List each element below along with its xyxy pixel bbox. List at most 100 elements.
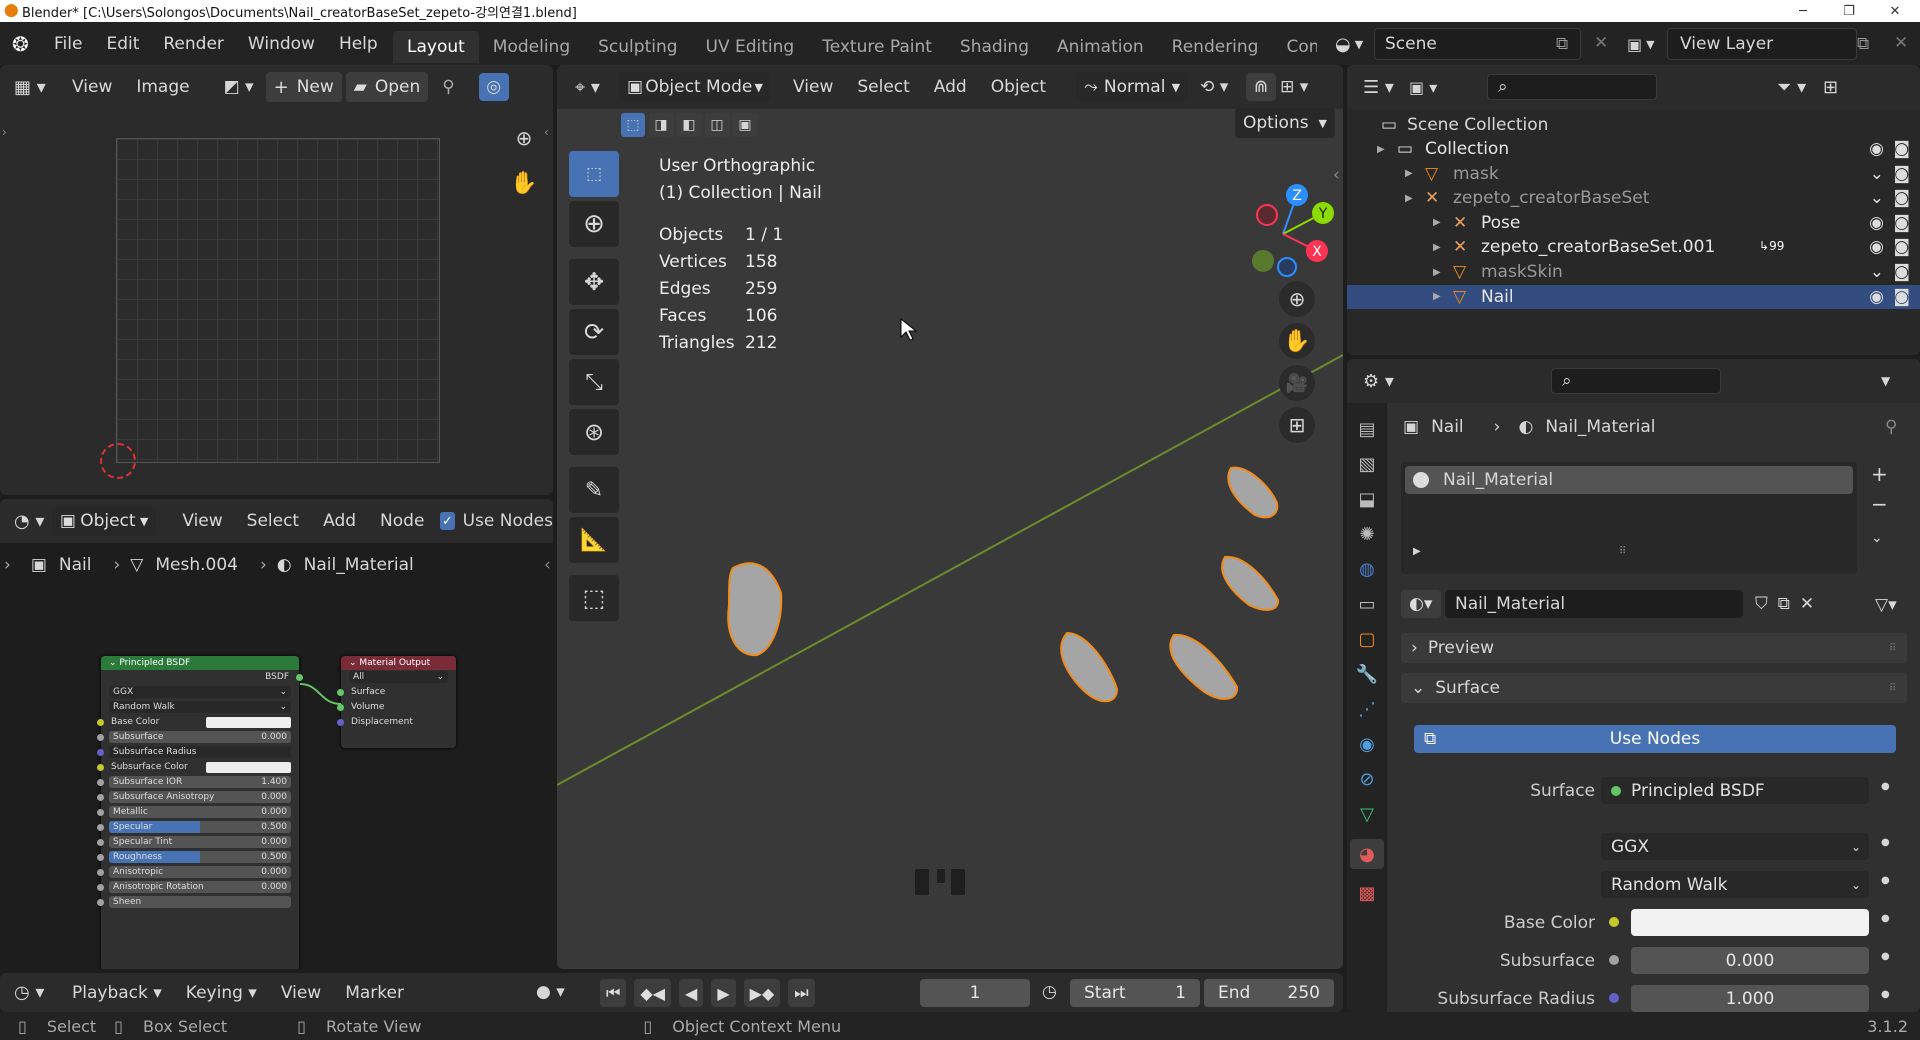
keyframe-dot-icon[interactable]: ●	[1881, 781, 1890, 792]
tab-data-icon[interactable]: ▽	[1360, 804, 1374, 825]
visibility-eye-icon[interactable]: ◉	[1869, 139, 1884, 159]
editor-type-icon[interactable]: ⚙ ▾	[1363, 371, 1403, 392]
scene-selector[interactable]: Scene	[1374, 28, 1581, 60]
tab-sculpting[interactable]: Sculpting	[584, 31, 691, 63]
chevron-down-icon[interactable]: ▼	[1881, 374, 1890, 388]
properties-search-input[interactable]: ⌕	[1551, 368, 1721, 394]
hand-pan-icon[interactable]: ✋	[1279, 323, 1315, 359]
expand-sidebar-icon[interactable]: ›	[2, 125, 7, 139]
keyframe-dot-icon[interactable]: ●	[1881, 913, 1890, 924]
menu-window[interactable]: Window	[236, 34, 327, 54]
material-type-icon[interactable]: ▽▾	[1875, 595, 1897, 615]
tab-modifier-icon[interactable]: 🔧	[1356, 664, 1378, 685]
tab-constraints-icon[interactable]: ⊘	[1359, 769, 1374, 790]
subsurface-method-dropdown[interactable]: Random Walk ⌄	[1601, 871, 1869, 898]
render-camera-icon[interactable]: ◙	[1894, 213, 1911, 233]
tab-modeling[interactable]: Modeling	[479, 31, 584, 63]
blender-menu-icon[interactable]: ❂	[12, 32, 42, 56]
expand-arrow-icon[interactable]: ▶	[1433, 242, 1441, 253]
drag-handle-icon[interactable]: ⠿	[1889, 683, 1896, 694]
chevron-down-icon[interactable]: ⌄	[1871, 530, 1888, 546]
view-layer-type-button[interactable]: ▣ ▼	[1627, 28, 1655, 60]
render-camera-icon[interactable]: ◙	[1894, 262, 1911, 282]
expand-arrow-icon[interactable]: ▶	[1433, 291, 1441, 302]
visibility-eye-icon[interactable]: ◉	[1869, 213, 1884, 233]
end-frame-field[interactable]: End 250	[1204, 979, 1334, 1007]
prev-keyframe-icon[interactable]: ◆◀	[634, 979, 672, 1007]
menu-view[interactable]: View	[269, 983, 333, 1003]
render-camera-icon[interactable]: ◙	[1894, 287, 1911, 307]
duplicate-scene-icon[interactable]: ⧉	[1556, 34, 1568, 54]
visibility-eye-icon[interactable]: ◉	[1869, 287, 1884, 307]
tab-object-icon[interactable]: ▢	[1358, 629, 1375, 650]
socket-icon[interactable]	[1609, 917, 1619, 927]
expand-arrow-icon[interactable]: ▶	[1433, 217, 1441, 228]
tab-output-icon[interactable]: ▧	[1358, 454, 1375, 475]
keyframe-dot-icon[interactable]: ●	[1881, 989, 1890, 1000]
socket-icon[interactable]	[1609, 993, 1619, 1003]
zoom-icon[interactable]: ⊕	[506, 120, 542, 156]
outliner-row[interactable]: ▶ ▭ Collection ◉ ◙	[1347, 137, 1920, 161]
editor-type-icon[interactable]: ▦ ▾	[14, 77, 60, 98]
outliner-row[interactable]: ▶ ▽ Nail ◉ ◙	[1347, 284, 1920, 309]
render-camera-icon[interactable]: ◙	[1894, 164, 1911, 184]
display-mode-icon[interactable]: ▣ ▾	[1409, 78, 1449, 97]
outliner-row[interactable]: ▶ ▽ maskSkin ⌄ ◙	[1347, 260, 1920, 284]
render-camera-icon[interactable]: ◙	[1894, 188, 1911, 208]
preview-panel-header[interactable]: › Preview ⠿	[1401, 633, 1907, 663]
menu-file[interactable]: File	[42, 34, 94, 54]
expand-arrow-icon[interactable]: ▶	[1433, 267, 1441, 278]
duplicate-material-icon[interactable]: ⧉	[1778, 594, 1790, 614]
menu-help[interactable]: Help	[327, 34, 390, 54]
delete-view-layer-icon[interactable]: ✕	[1894, 33, 1908, 53]
keyframe-dot-icon[interactable]: ●	[1881, 837, 1890, 848]
jump-start-icon[interactable]: ⏮	[600, 979, 627, 1007]
outliner-row[interactable]: ▶ ✕ zepeto_creatorBaseSet.001 ↳99 ◉ ◙	[1347, 235, 1920, 259]
base-color-swatch[interactable]	[1631, 909, 1869, 936]
surface-panel-header[interactable]: ⌄ Surface ⠿	[1401, 673, 1907, 703]
outliner-row[interactable]: ▶ ✕ zepeto_creatorBaseSet ⌄ ◙	[1347, 186, 1920, 210]
tab-material-icon[interactable]: ◕	[1350, 839, 1384, 869]
zoom-icon[interactable]: ⊕	[1279, 281, 1315, 317]
visibility-eye-icon[interactable]: ⌄	[1870, 188, 1884, 208]
play-icon[interactable]: ▶	[711, 979, 736, 1007]
tab-world-icon[interactable]: ◍	[1359, 559, 1375, 580]
visibility-eye-icon[interactable]: ◉	[1869, 237, 1884, 257]
open-image-button[interactable]: ▰ Open	[345, 72, 429, 102]
delete-scene-icon[interactable]: ✕	[1594, 33, 1608, 53]
expand-arrow-icon[interactable]: ▶	[1405, 193, 1413, 204]
minimize-button[interactable]: ─	[1780, 0, 1826, 22]
menu-keying[interactable]: Keying ▾	[174, 983, 269, 1003]
next-keyframe-icon[interactable]: ▶◆	[743, 979, 781, 1007]
pin-icon[interactable]: ⚲	[1885, 417, 1897, 437]
jump-end-icon[interactable]: ⏭	[788, 979, 815, 1007]
unlink-material-icon[interactable]: ✕	[1800, 594, 1814, 614]
expand-arrow-icon[interactable]: ▶	[1377, 144, 1385, 155]
material-browse-icon[interactable]: ◐▾	[1401, 590, 1441, 618]
tab-compositing[interactable]: Compo	[1272, 31, 1317, 63]
fake-user-icon[interactable]: ⛉	[1755, 594, 1768, 614]
menu-marker[interactable]: Marker	[333, 983, 416, 1003]
drag-handle-icon[interactable]: ⠿	[1889, 643, 1896, 654]
tab-uv-editing[interactable]: UV Editing	[692, 31, 809, 63]
scene-collection-row[interactable]: ▭ Scene Collection	[1347, 113, 1920, 137]
perspective-toggle-icon[interactable]: ⊞	[1279, 407, 1315, 443]
tab-collection-icon[interactable]: ▭	[1358, 594, 1375, 615]
distribution-dropdown[interactable]: GGX ⌄	[1601, 833, 1869, 860]
tab-view-layer-icon[interactable]: ⬓	[1358, 489, 1375, 510]
new-collection-icon[interactable]: ⊞	[1823, 77, 1838, 98]
tab-texture-paint[interactable]: Texture Paint	[808, 31, 946, 63]
tab-particles-icon[interactable]: ⋰	[1358, 699, 1376, 720]
editor-type-icon[interactable]: ◷ ▾	[14, 982, 60, 1003]
tab-physics-icon[interactable]: ◉	[1359, 734, 1375, 755]
menu-edit[interactable]: Edit	[94, 34, 151, 54]
keyframe-dot-icon[interactable]: ●	[1881, 951, 1890, 962]
navigation-gizmo[interactable]: Z Y X	[1217, 165, 1341, 285]
add-slot-icon[interactable]: +	[1871, 462, 1888, 486]
menu-image[interactable]: Image	[124, 77, 201, 97]
filter-icon[interactable]: ⏷ ▾	[1777, 77, 1817, 98]
material-name-field[interactable]: Nail_Material	[1445, 590, 1743, 618]
start-frame-field[interactable]: Start 1	[1070, 979, 1200, 1007]
use-nodes-button[interactable]: ⧉ Use Nodes	[1414, 725, 1896, 753]
outliner-row[interactable]: ▶ ✕ Pose ◉ ◙	[1347, 211, 1920, 235]
